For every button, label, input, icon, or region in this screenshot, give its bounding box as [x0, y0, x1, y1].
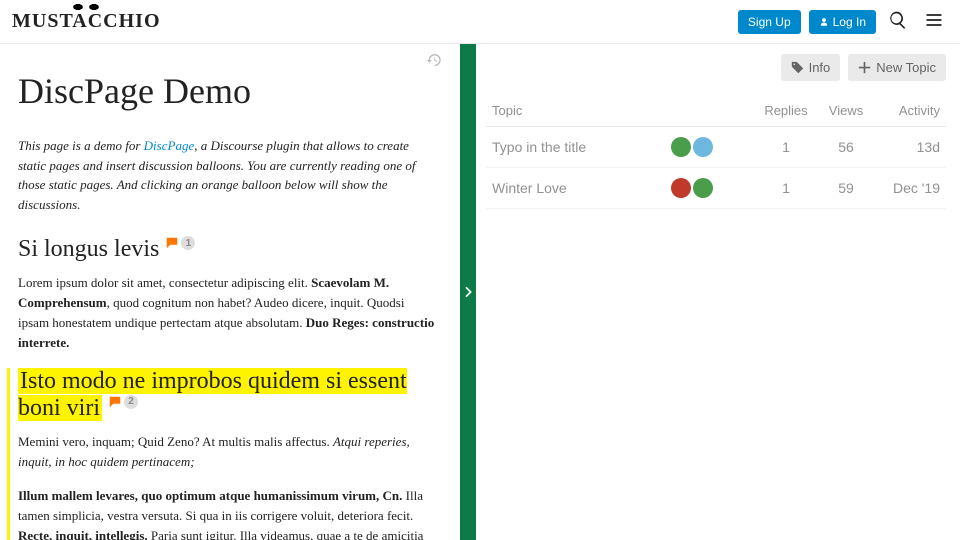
col-activity[interactable]: Activity	[876, 95, 946, 127]
login-label: Log In	[833, 15, 866, 29]
top-header: MUSTACCHIO Sign Up Log In	[0, 0, 960, 44]
search-icon	[888, 10, 908, 30]
search-button[interactable]	[884, 6, 912, 37]
topic-avatars	[671, 178, 750, 198]
avatar[interactable]	[671, 137, 691, 157]
discpage-link[interactable]: DiscPage	[144, 138, 195, 153]
col-topic[interactable]: Topic	[486, 95, 665, 127]
plus-icon	[858, 61, 871, 74]
header-actions: Sign Up Log In	[738, 6, 948, 37]
avatar[interactable]	[693, 137, 713, 157]
topic-views: 56	[816, 127, 876, 168]
avatar[interactable]	[671, 178, 691, 198]
topic-avatars	[671, 137, 750, 157]
tag-icon	[791, 61, 804, 74]
balloon-icon	[165, 236, 179, 250]
login-button[interactable]: Log In	[809, 10, 876, 34]
col-avatars	[665, 95, 756, 127]
discussion-balloon[interactable]: 1	[165, 236, 195, 250]
section-heading: Isto modo ne improbos quidem si essent b…	[18, 368, 407, 421]
col-views[interactable]: Views	[816, 95, 876, 127]
topic-row[interactable]: Typo in the title 15613d	[486, 127, 946, 168]
balloon-count: 2	[124, 395, 138, 409]
balloon-icon	[108, 395, 122, 409]
history-button[interactable]	[426, 52, 442, 71]
topic-title[interactable]: Typo in the title	[486, 127, 665, 168]
main-content: DiscPage Demo This page is a demo for Di…	[0, 44, 960, 540]
topic-replies: 1	[756, 127, 816, 168]
body-paragraph: Illum mallem levares, quo optimum atque …	[18, 486, 438, 540]
hamburger-button[interactable]	[920, 6, 948, 37]
section-heading: Si longus levis	[18, 236, 159, 262]
site-logo[interactable]: MUSTACCHIO	[12, 10, 161, 33]
discussion-balloon[interactable]: 2	[108, 395, 138, 409]
pane-splitter[interactable]	[460, 44, 476, 540]
topic-title[interactable]: Winter Love	[486, 168, 665, 209]
topic-replies: 1	[756, 168, 816, 209]
chevron-right-icon	[460, 283, 476, 301]
balloon-count: 1	[181, 236, 195, 250]
intro-text: This page is a demo for DiscPage, a Disc…	[18, 136, 438, 214]
signup-button[interactable]: Sign Up	[738, 10, 801, 34]
hamburger-icon	[924, 10, 944, 30]
topic-views: 59	[816, 168, 876, 209]
history-icon	[426, 52, 442, 68]
info-button[interactable]: Info	[781, 54, 841, 81]
topic-table: Topic Replies Views Activity Typo in the…	[486, 95, 946, 209]
col-replies[interactable]: Replies	[756, 95, 816, 127]
user-icon	[819, 17, 829, 27]
new-topic-button[interactable]: New Topic	[848, 54, 946, 81]
avatar[interactable]	[693, 178, 713, 198]
page-title: DiscPage Demo	[18, 70, 438, 112]
static-page-pane: DiscPage Demo This page is a demo for Di…	[0, 44, 460, 540]
topic-activity: Dec '19	[876, 168, 946, 209]
topic-activity: 13d	[876, 127, 946, 168]
topic-actions: Info New Topic	[486, 54, 946, 81]
topic-row[interactable]: Winter Love 159Dec '19	[486, 168, 946, 209]
body-paragraph: Lorem ipsum dolor sit amet, consectetur …	[18, 273, 438, 354]
body-paragraph: Memini vero, inquam; Quid Zeno? At multi…	[18, 432, 438, 472]
discussion-pane: Info New Topic Topic Replies Views Activ…	[476, 44, 960, 540]
